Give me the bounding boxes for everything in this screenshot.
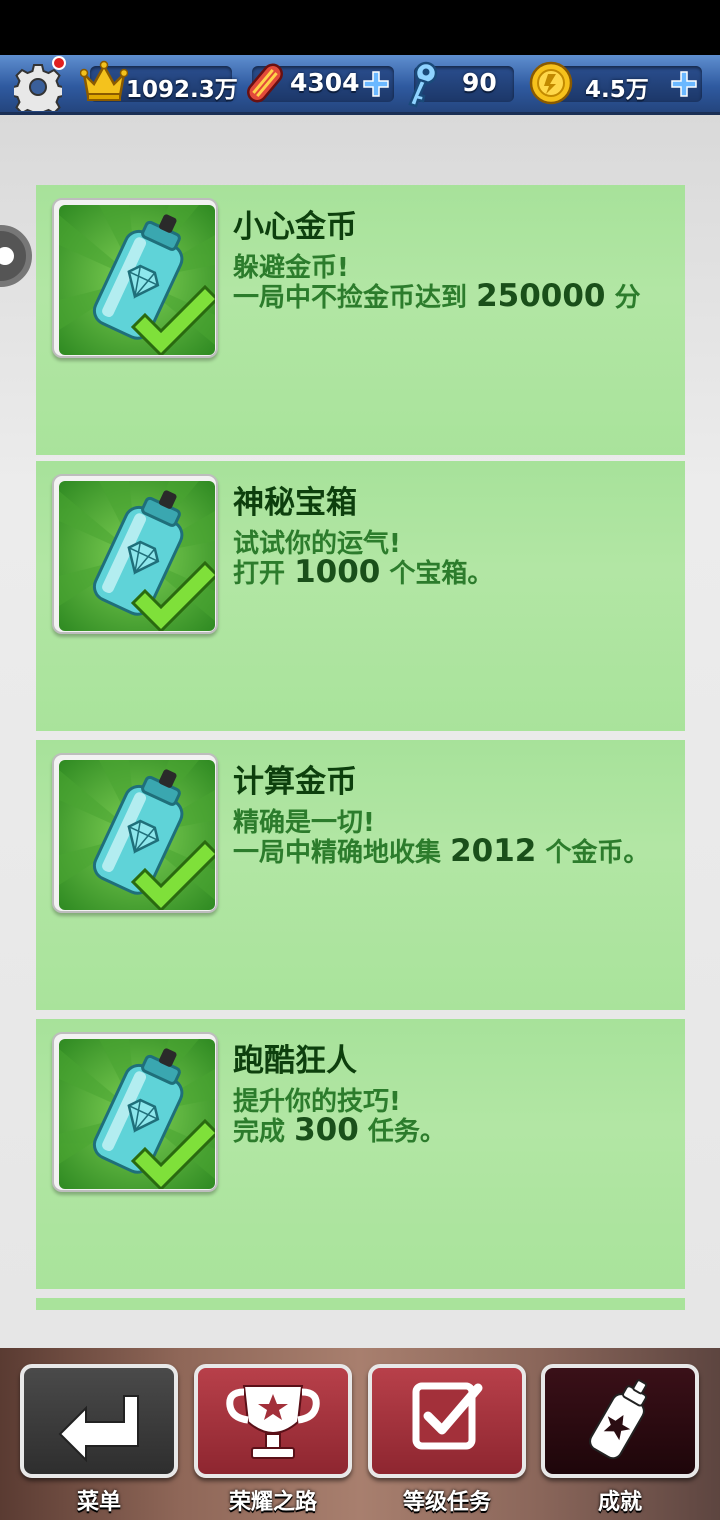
card-content: 小心金币 躲避金币! 一局中不捡金币达到 250000 分 [36, 185, 685, 455]
notification-dot [52, 56, 66, 70]
add-boards-button[interactable] [362, 70, 390, 98]
achievement-badge [52, 753, 218, 913]
crown-icon [80, 60, 128, 101]
key-icon [408, 61, 438, 108]
achievement-description: 完成 300 任务。 [233, 1111, 446, 1148]
desc-text: 分 [605, 283, 641, 313]
menu-button[interactable] [20, 1364, 178, 1478]
achievements-panel: 小心金币 躲避金币! 一局中不捡金币达到 250000 分 神秘宝箱 试试你的运… [0, 115, 720, 1348]
achievement-title: 神秘宝箱 [233, 485, 357, 521]
status-bar [0, 0, 720, 55]
hoverboard-icon [247, 63, 283, 103]
score-value: 1092.3万 [126, 77, 238, 103]
achievement-badge [52, 474, 218, 634]
achievement-badge [52, 1032, 218, 1192]
desc-text: 个金币。 [536, 838, 650, 868]
achievement-title: 跑酷狂人 [233, 1043, 357, 1079]
achievement-card: 小心金币 躲避金币! 一局中不捡金币达到 250000 分 [36, 185, 685, 455]
trophy-icon [226, 1385, 320, 1459]
achievements-label: 成就 [597, 1490, 642, 1515]
coin-icon [529, 61, 573, 105]
desc-number: 1000 [294, 554, 381, 590]
achievement-title: 计算金币 [233, 764, 357, 800]
achievement-description: 一局中精确地收集 2012 个金币。 [233, 832, 649, 869]
desc-text: 个宝箱。 [380, 559, 494, 589]
gear-icon[interactable] [14, 63, 62, 111]
desc-number: 250000 [476, 278, 606, 314]
card-content: 计算金币 精确是一切! 一局中精确地收集 2012 个金币。 [36, 740, 685, 1010]
bottom-nav: 菜单 荣耀之路 等级任务 成就 [0, 1348, 720, 1520]
add-coins-button[interactable] [670, 70, 698, 98]
desc-number: 2012 [450, 833, 537, 869]
coins-value: 4.5万 [585, 77, 649, 103]
desc-text: 完成 [233, 1117, 295, 1147]
spray-can-icon [589, 1379, 648, 1460]
achievements-button[interactable] [541, 1364, 699, 1478]
desc-text: 打开 [233, 559, 295, 589]
achievement-badge [52, 198, 218, 358]
desc-text: 一局中不捡金币达到 [233, 283, 477, 313]
keys-value: 90 [462, 68, 497, 97]
achievement-card: 神秘宝箱 试试你的运气! 打开 1000 个宝箱。 [36, 461, 685, 731]
achievement-description: 打开 1000 个宝箱。 [233, 553, 493, 590]
menu-label: 菜单 [76, 1490, 121, 1515]
desc-number: 300 [294, 1112, 359, 1148]
level-tasks-button[interactable] [368, 1364, 526, 1478]
card-content: 神秘宝箱 试试你的运气! 打开 1000 个宝箱。 [36, 461, 685, 731]
achievement-title: 小心金币 [233, 209, 357, 245]
glory-road-label: 荣耀之路 [228, 1490, 317, 1515]
return-icon [58, 1395, 139, 1463]
achievement-description: 一局中不捡金币达到 250000 分 [233, 277, 641, 314]
achievement-card: 跑酷狂人 提升你的技巧! 完成 300 任务。 [36, 1019, 685, 1289]
checkbox-icon [412, 1382, 483, 1450]
desc-text: 一局中精确地收集 [233, 838, 451, 868]
card-content: 跑酷狂人 提升你的技巧! 完成 300 任务。 [36, 1019, 685, 1289]
level-tasks-label: 等级任务 [402, 1490, 491, 1515]
desc-text: 任务。 [358, 1117, 446, 1147]
boards-value: 4304 [290, 68, 360, 97]
achievement-card: 计算金币 精确是一切! 一局中精确地收集 2012 个金币。 [36, 740, 685, 1010]
achievement-card-partial [36, 1298, 685, 1310]
glory-road-button[interactable] [194, 1364, 352, 1478]
